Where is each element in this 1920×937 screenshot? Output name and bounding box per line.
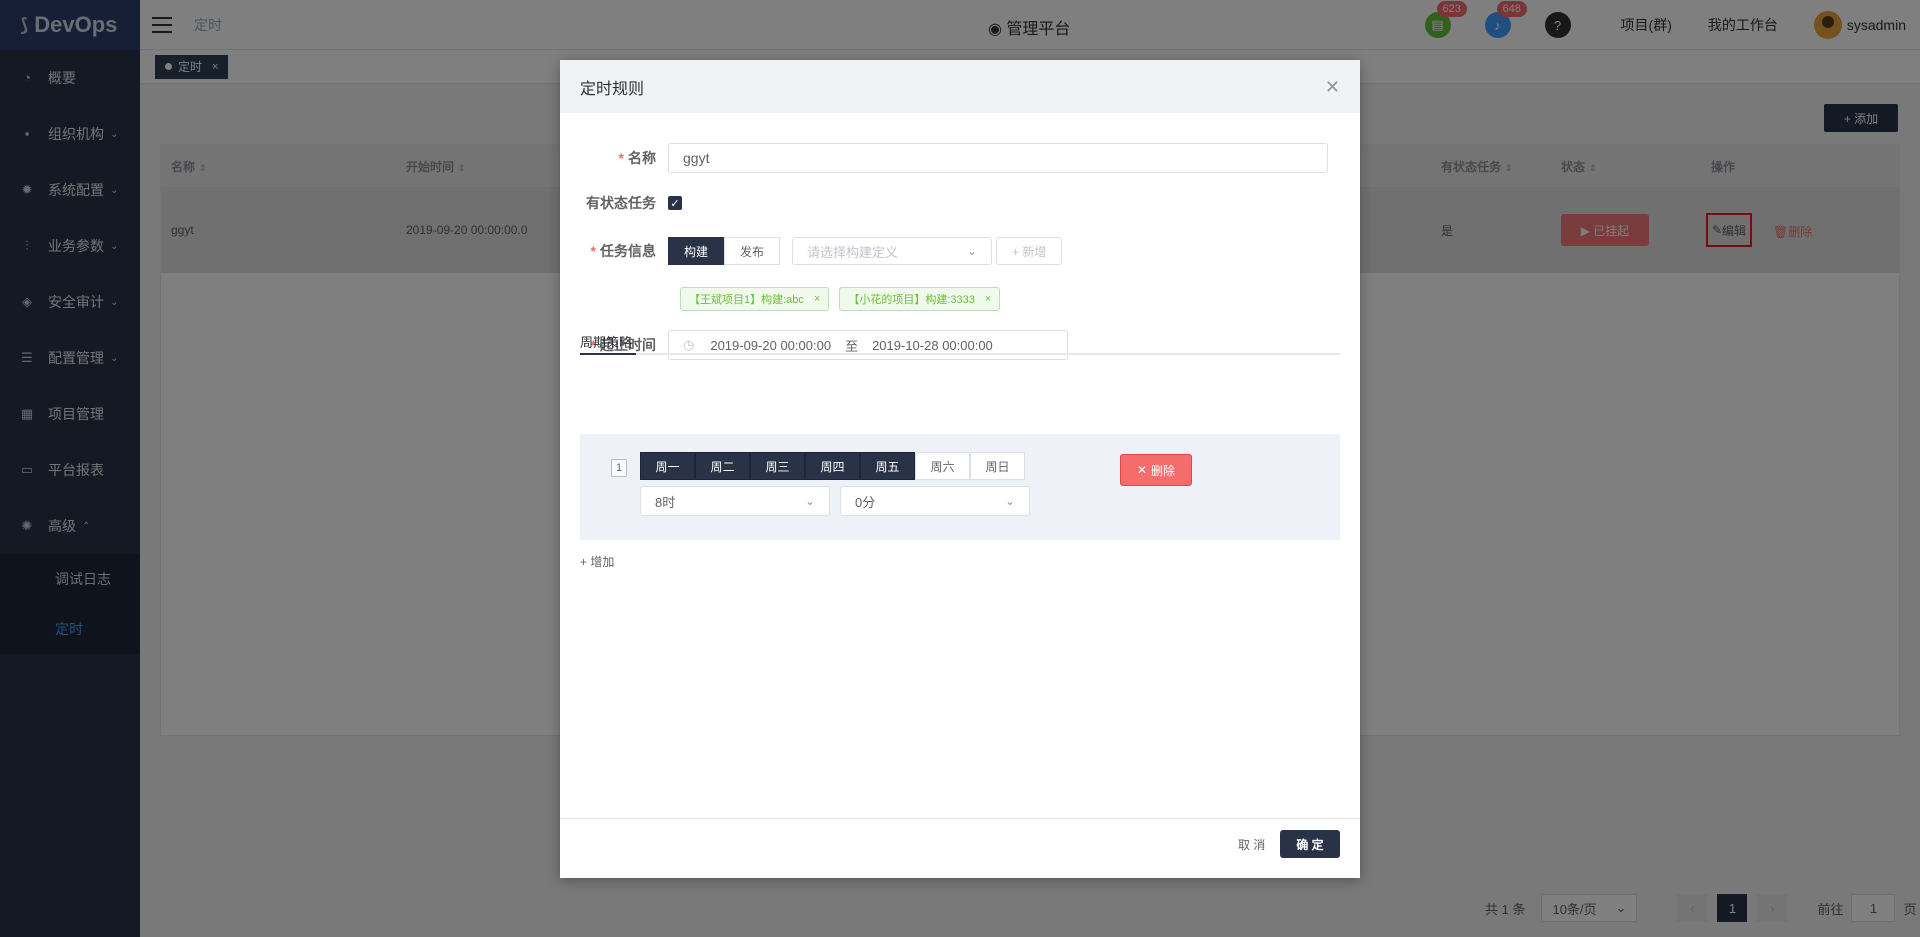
close-icon[interactable]: × [985,293,991,305]
plus-icon: + [580,555,588,569]
chevron-down-icon: ⌄ [966,244,978,258]
day-tue[interactable]: 周二 [695,452,750,480]
day-sun[interactable]: 周日 [970,452,1025,480]
chevron-down-icon: ⌄ [1004,494,1015,508]
hour-select[interactable]: 8时 ⌄ [640,486,830,516]
add-rule-button[interactable]: + 增加 [580,553,614,570]
task-tags: 【王斌项目1】构建:abc × 【小花的项目】构建:3333 × [680,287,1010,311]
new-task-button[interactable]: + 新增 [996,237,1063,265]
day-sat[interactable]: 周六 [915,452,970,480]
build-definition-select[interactable]: 请选择构建定义 ⌄ [792,237,993,265]
task-type-release[interactable]: 发布 [724,237,781,265]
period-rule: 1 周一 周二 周三 周四 周五 周六 周日 8时 ⌄ 0分 ⌄ ✕ 删除 [580,434,1340,540]
task-tag: 【小花的项目】构建:3333 × [839,287,1001,311]
timer-rule-dialog: 定时规则 ✕ * 名称 ggyt 有状态任务 ✓ * 任务信息 构建 发布 请选择构… [560,60,1360,878]
day-fri[interactable]: 周五 [860,452,915,480]
close-icon[interactable]: ✕ [1325,77,1340,98]
clock-icon: ◷ [683,337,695,352]
day-wed[interactable]: 周三 [750,452,805,480]
end-time[interactable]: 2019-10-28 00:00:00 [872,338,993,353]
hour-value: 8时 [655,494,676,510]
name-input[interactable]: ggyt [668,143,1328,173]
minute-value: 0分 [855,494,876,510]
day-mon[interactable]: 周一 [640,452,695,480]
dialog-footer-divider [560,818,1360,819]
name-label: * 名称 [618,150,656,166]
dialog-title: 定时规则 [580,80,645,98]
close-icon: ✕ [1136,463,1148,477]
confirm-button[interactable]: 确 定 [1280,830,1340,858]
form-row-stateful: 有状态任务 ✓ [580,193,682,213]
stateful-checkbox[interactable]: ✓ [668,196,682,210]
weekday-group: 周一 周二 周三 周四 周五 周六 周日 [640,452,1025,480]
dialog-header: 定时规则 ✕ [560,60,1360,113]
minute-select[interactable]: 0分 ⌄ [840,486,1030,516]
date-range-picker[interactable]: ◷ 2019-09-20 00:00:00 至 2019-10-28 00:00… [668,330,1068,360]
form-row-name: * 名称 ggyt [580,143,1328,173]
tabs-divider [580,353,1340,355]
task-type-build[interactable]: 构建 [668,237,725,265]
form-row-time: * 起止时间 ◷ 2019-09-20 00:00:00 至 2019-10-28… [580,330,1068,360]
task-label: * 任务信息 [590,243,656,259]
range-separator: 至 [845,338,859,354]
build-definition-placeholder: 请选择构建定义 [807,244,899,260]
rule-index: 1 [611,459,627,477]
stateful-label: 有状态任务 [586,195,656,211]
close-icon[interactable]: × [814,293,820,305]
task-tag: 【王斌项目1】构建:abc × [680,287,830,311]
day-thu[interactable]: 周四 [805,452,860,480]
task-type-group: 构建 发布 [668,237,781,265]
delete-rule-button[interactable]: ✕ 删除 [1120,454,1192,486]
tab-period-strategy[interactable]: 周期策略 [580,332,632,351]
start-time[interactable]: 2019-09-20 00:00:00 [710,338,831,353]
tab-active-bar [580,353,636,355]
chevron-down-icon: ⌄ [804,494,815,508]
form-row-task: * 任务信息 构建 发布 请选择构建定义 ⌄ + 新增 [580,237,1063,265]
cancel-button[interactable]: 取 消 [1238,836,1265,853]
